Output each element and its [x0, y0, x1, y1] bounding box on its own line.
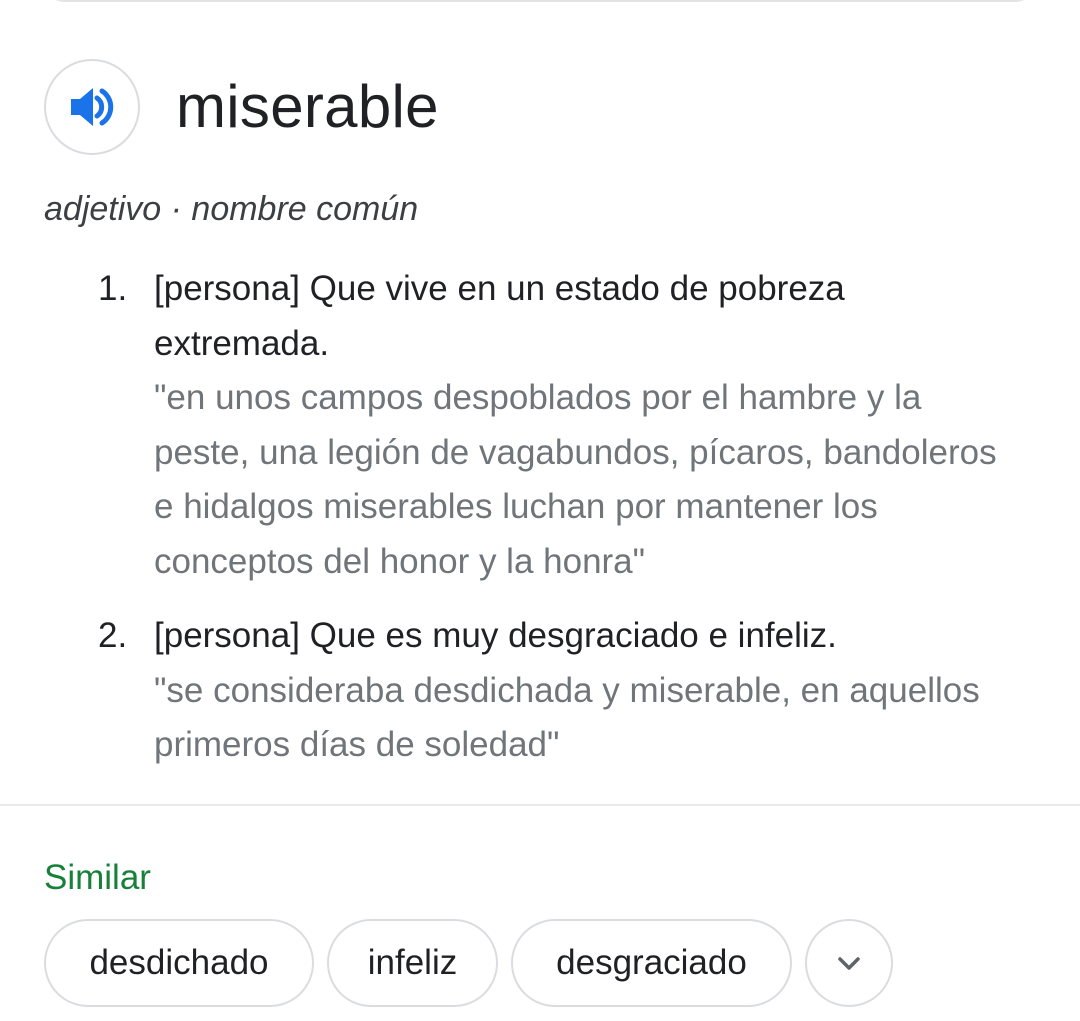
similar-chips: desdichado infeliz desgraciado	[44, 919, 893, 1007]
similar-heading: Similar	[44, 858, 151, 897]
definition-item: 1. [persona] Que vive en un estado de po…	[98, 262, 998, 589]
definition-text: [persona] Que es muy desgraciado e infel…	[154, 616, 837, 655]
definition-list: 1. [persona] Que vive en un estado de po…	[98, 262, 998, 793]
pronunciation-button[interactable]	[44, 59, 140, 155]
definition-number: 1.	[98, 269, 128, 308]
similar-chip-desgraciado[interactable]: desgraciado	[511, 919, 792, 1007]
headword: miserable	[176, 73, 439, 140]
headword-row: miserable	[44, 57, 439, 157]
search-box-bottom-edge	[48, 0, 1032, 2]
definition-text: [persona] Que vive en un estado de pobre…	[154, 269, 845, 363]
chevron-down-icon	[838, 957, 860, 970]
expand-similar-button[interactable]	[805, 919, 893, 1007]
speaker-icon	[71, 88, 114, 126]
similar-chip-desdichado[interactable]: desdichado	[44, 919, 314, 1007]
definition-item: 2. [persona] Que es muy desgraciado e in…	[98, 609, 998, 773]
section-divider	[0, 804, 1080, 806]
similar-chip-infeliz[interactable]: infeliz	[327, 919, 498, 1007]
definition-example: "en unos campos despoblados por el hambr…	[154, 378, 997, 581]
definition-example: "se consideraba desdichada y miserable, …	[154, 670, 980, 765]
part-of-speech: adjetivo · nombre común	[44, 190, 419, 228]
definition-number: 2.	[98, 616, 128, 655]
